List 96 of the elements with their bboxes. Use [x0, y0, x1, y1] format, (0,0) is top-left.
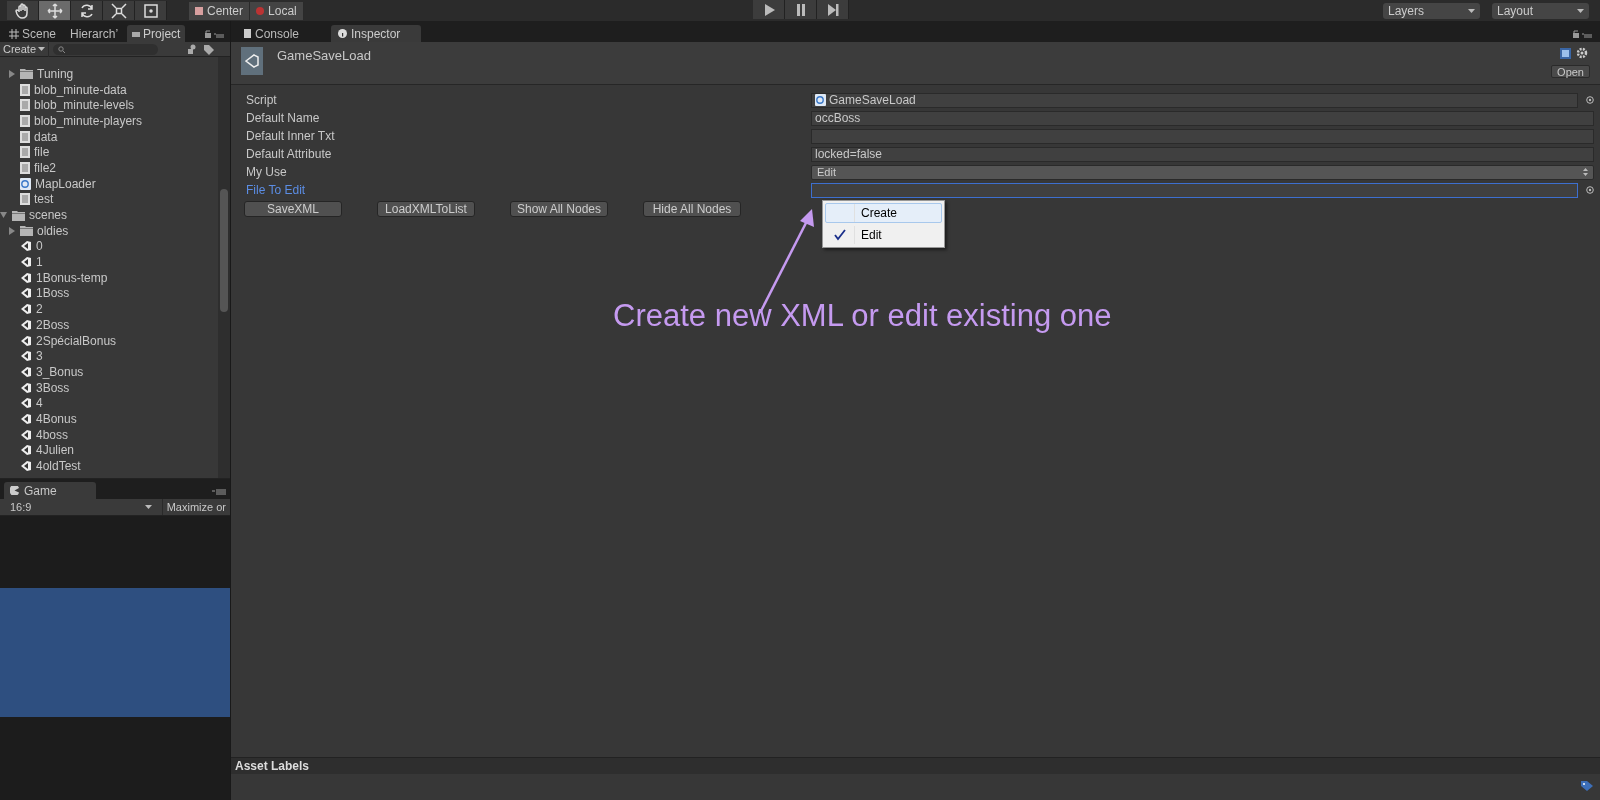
lock-menu-icon[interactable] — [1572, 29, 1594, 39]
tree-item[interactable]: 3Boss — [36, 378, 70, 397]
pivot-center-icon — [195, 6, 203, 15]
caret-icon — [144, 505, 152, 509]
document-icon — [20, 146, 30, 159]
tree-item[interactable]: 4Julien — [36, 441, 75, 460]
tool-button[interactable] — [135, 1, 167, 20]
play-button[interactable] — [753, 0, 785, 19]
pivot-button[interactable]: Local — [250, 1, 304, 20]
annotation-text: Create new XML or edit existing one — [613, 297, 1112, 335]
caret-icon — [1468, 8, 1475, 13]
tag-icon[interactable] — [1580, 780, 1594, 792]
menu-item[interactable]: Create — [825, 203, 942, 223]
grid-icon — [9, 28, 19, 39]
scrollbar[interactable] — [218, 57, 230, 478]
tool-button[interactable] — [7, 1, 39, 20]
help-icon[interactable] — [1560, 47, 1571, 59]
folder-icon — [20, 225, 33, 237]
tree-item[interactable]: 4oldTest — [36, 457, 81, 476]
panel-tab[interactable]: Inspector — [331, 25, 421, 42]
open-button[interactable]: Open — [1551, 65, 1590, 78]
collapsed-arrow-icon[interactable] — [8, 226, 15, 235]
menu-item[interactable]: Edit — [825, 225, 942, 245]
object-picker-icon[interactable] — [1586, 96, 1594, 104]
property-label: Default Inner Txt — [245, 128, 336, 145]
text-field[interactable]: locked=false — [811, 146, 1594, 162]
settings-icon[interactable] — [1576, 47, 1590, 59]
collapsed-arrow-icon[interactable] — [8, 69, 15, 78]
caret-icon — [38, 47, 46, 51]
pacman-icon — [10, 486, 19, 495]
step-button[interactable] — [817, 0, 849, 19]
document-icon — [20, 130, 30, 143]
property-label: File To Edit — [245, 182, 307, 199]
document-icon — [20, 114, 30, 127]
tree-item[interactable]: Tuning — [37, 64, 74, 83]
folder-icon — [20, 68, 33, 80]
tree-item[interactable]: 1Boss — [36, 284, 70, 303]
layers-dropdown[interactable]: Layers — [1383, 2, 1480, 19]
menu-icon[interactable] — [212, 489, 226, 495]
console-icon — [244, 29, 251, 38]
panel-tab[interactable]: Scene — [4, 25, 62, 42]
document-icon — [20, 99, 30, 112]
local-icon — [256, 6, 265, 15]
inspector-button[interactable]: SaveXML — [244, 201, 342, 217]
text-field[interactable]: occBoss — [811, 110, 1594, 126]
aspect-dropdown[interactable]: 16:9 — [0, 499, 163, 515]
tree-item[interactable]: blob_minute-data — [34, 80, 127, 99]
tool-button[interactable] — [71, 1, 103, 20]
script-icon — [20, 177, 31, 190]
inspector-button[interactable]: Hide All Nodes — [643, 201, 741, 217]
tool-button[interactable] — [39, 1, 71, 20]
panel-tab[interactable]: Project — [127, 25, 186, 42]
object-field[interactable]: GameSaveLoad — [811, 92, 1578, 108]
checkmark-icon — [834, 229, 846, 241]
lock-menu-icon[interactable] — [204, 29, 226, 39]
property-label: Script — [245, 92, 278, 109]
tree-item[interactable]: test — [34, 190, 54, 209]
object-picker-icon[interactable] — [1586, 186, 1594, 194]
step-icon — [825, 2, 840, 17]
layers-dropdown[interactable]: Layout — [1492, 2, 1589, 19]
pause-button[interactable] — [785, 0, 817, 19]
inspector-button[interactable]: Show All Nodes — [510, 201, 608, 217]
tree-item[interactable]: MapLoader — [35, 174, 96, 193]
maximize-toggle[interactable]: Maximize or — [162, 499, 230, 515]
inspector-button[interactable]: LoadXMLToList — [377, 201, 475, 217]
folder-icon — [132, 30, 141, 37]
scale-icon — [109, 1, 128, 20]
search-icon — [58, 45, 66, 53]
tree-item[interactable]: 4boss — [36, 425, 69, 444]
object-field[interactable] — [811, 182, 1578, 198]
tool-button[interactable] — [103, 1, 135, 20]
up-down-arrows-icon — [1583, 168, 1588, 176]
folder-icon — [12, 209, 25, 221]
document-icon — [20, 83, 30, 96]
property-label: Default Attribute — [245, 146, 333, 163]
component-title: GameSaveLoad — [277, 47, 371, 65]
tree-item[interactable]: 2SpécialBonus — [36, 331, 117, 350]
move-arrows-icon — [45, 1, 64, 20]
pivot-button[interactable]: Center — [189, 1, 251, 20]
use-dropdown[interactable]: Edit — [811, 164, 1594, 180]
expanded-arrow-icon[interactable] — [0, 211, 7, 220]
info-icon — [338, 29, 347, 38]
caret-icon — [1577, 8, 1584, 13]
rect-tool-icon — [141, 1, 160, 20]
tree-item[interactable]: 0 — [36, 237, 43, 256]
game-tab[interactable]: Game — [4, 482, 96, 499]
document-icon — [20, 161, 30, 174]
document-icon — [20, 193, 30, 206]
panel-tab[interactable]: Hierarch’ — [65, 25, 124, 42]
search-field[interactable] — [53, 43, 159, 55]
script-icon — [815, 94, 826, 106]
panel-tab[interactable]: Console — [237, 25, 327, 42]
asset-labels-header: Asset Labels — [235, 758, 310, 775]
tree-item[interactable]: data — [34, 127, 58, 146]
property-label: My Use — [245, 164, 288, 181]
property-label: Default Name — [245, 110, 321, 127]
